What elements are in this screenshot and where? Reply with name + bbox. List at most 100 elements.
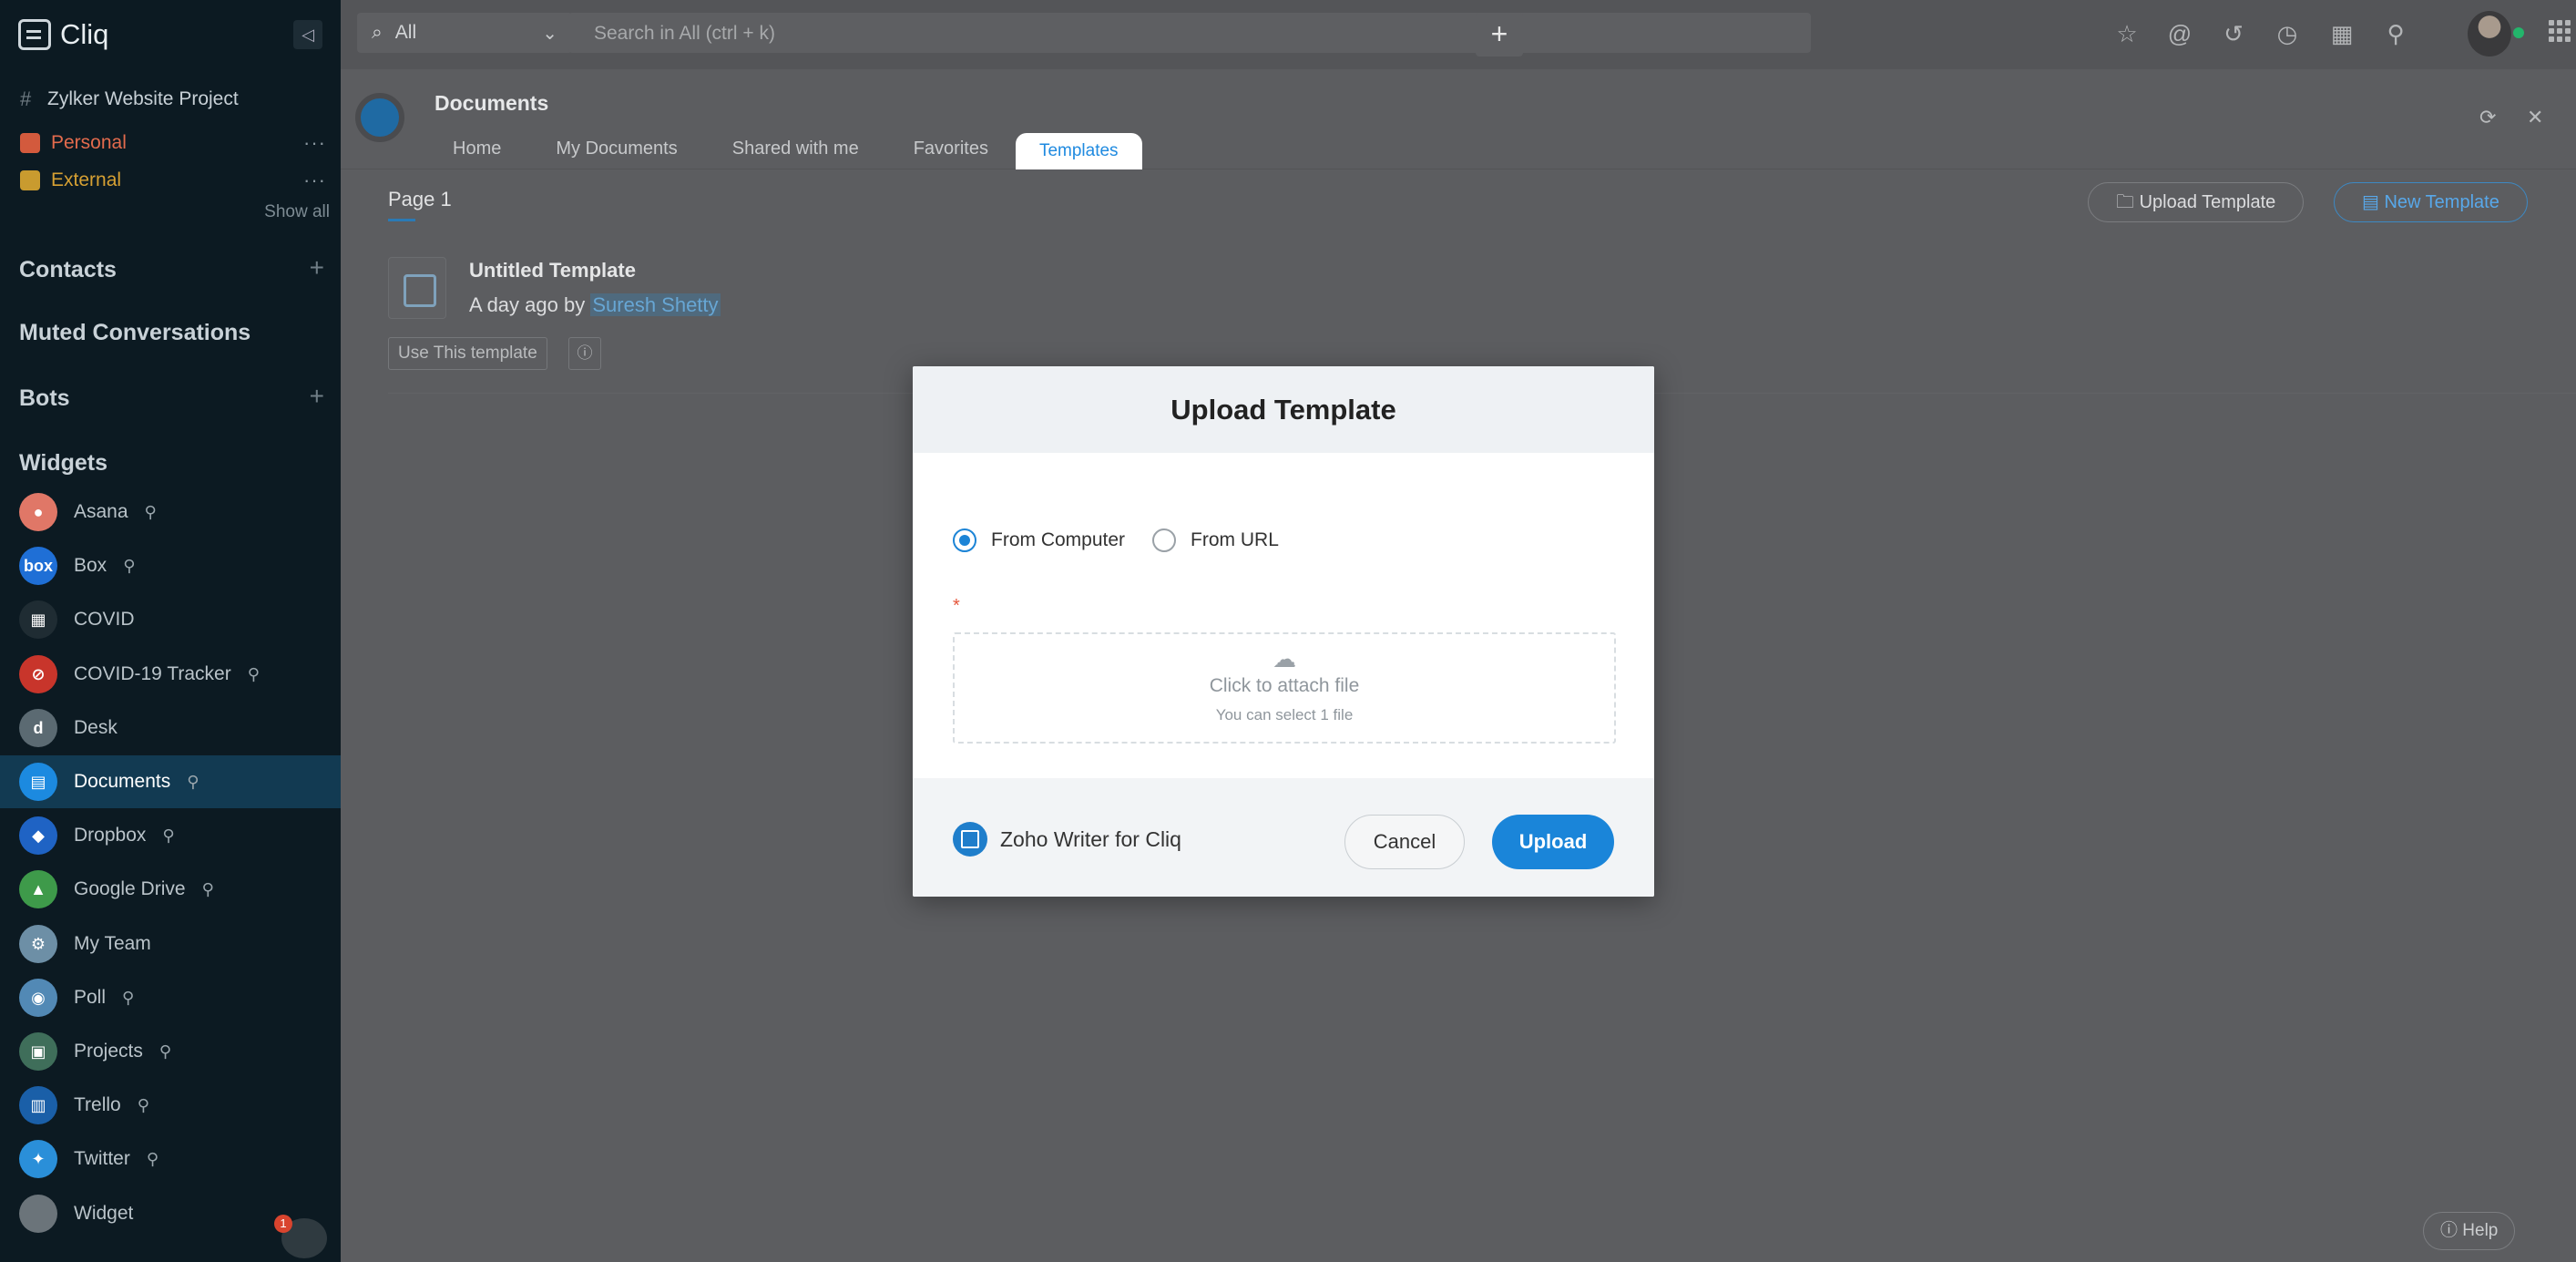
- new-document-icon: ▤: [2362, 192, 2385, 212]
- widget-item-my-team[interactable]: ⚙ My Team: [0, 918, 341, 970]
- refresh-icon[interactable]: ⟳: [2479, 106, 2496, 129]
- pin-icon[interactable]: ⚲: [138, 1096, 149, 1115]
- pin-icon[interactable]: ⚲: [187, 773, 199, 792]
- widget-item-documents[interactable]: ▤ Documents ⚲: [0, 755, 341, 808]
- search-scope-select[interactable]: ⌕ All ⌄: [357, 13, 572, 53]
- new-template-button[interactable]: ▤ New Template: [2334, 182, 2528, 222]
- widget-item-poll[interactable]: ◉ Poll ⚲: [0, 971, 341, 1024]
- show-all-link[interactable]: Show all: [264, 202, 330, 222]
- reminder-icon[interactable]: ◷: [2272, 18, 2303, 49]
- widget-item-box[interactable]: box Box ⚲: [0, 539, 341, 592]
- team-label: External: [51, 169, 122, 190]
- page-underline: [388, 219, 415, 221]
- section-widgets[interactable]: Widgets: [19, 450, 107, 477]
- twitter-icon: ✦: [19, 1140, 57, 1178]
- page-label[interactable]: Page 1: [388, 188, 452, 211]
- covid-19-tracker-icon: ⊘: [19, 655, 57, 693]
- integrations-icon[interactable]: ⚲: [2380, 18, 2411, 49]
- widget-item-covid-19-tracker[interactable]: ⊘ COVID-19 Tracker ⚲: [0, 648, 341, 701]
- tab-favorites[interactable]: Favorites: [886, 128, 1016, 169]
- notification-badge: 1: [274, 1215, 292, 1233]
- template-author-link[interactable]: Suresh Shetty: [590, 293, 721, 316]
- radio-checked-icon: [953, 528, 976, 552]
- widget-item-trello[interactable]: ▥ Trello ⚲: [0, 1079, 341, 1132]
- pin-icon[interactable]: ⚲: [202, 880, 214, 899]
- tab-home[interactable]: Home: [434, 128, 528, 169]
- widget-item-projects[interactable]: ▣ Projects ⚲: [0, 1025, 341, 1078]
- history-icon[interactable]: ↺: [2218, 18, 2249, 49]
- search-scope-value: All: [394, 22, 417, 43]
- upload-template-dialog: Upload Template From Computer From URL *…: [913, 366, 1654, 897]
- pin-icon[interactable]: ⚲: [147, 1150, 158, 1169]
- zoho-writer-icon: [953, 822, 987, 857]
- more-options-icon[interactable]: ···: [303, 169, 326, 192]
- tab-templates[interactable]: Templates: [1015, 133, 1142, 169]
- calendar-icon[interactable]: ▦: [2326, 18, 2357, 49]
- desk-icon: d: [19, 709, 57, 747]
- announcement-icon[interactable]: ◁: [293, 20, 322, 49]
- info-icon[interactable]: ⓘ: [568, 337, 601, 370]
- pin-icon[interactable]: ⚲: [159, 1042, 171, 1062]
- hash-icon: #: [20, 87, 32, 110]
- radio-unchecked-icon: [1152, 528, 1177, 552]
- upload-template-label: Upload Template: [2139, 192, 2276, 212]
- template-name[interactable]: Untitled Template: [469, 259, 636, 282]
- tab-shared-with-me[interactable]: Shared with me: [705, 128, 886, 169]
- team-item-personal[interactable]: Personal: [20, 132, 127, 154]
- widget-label: Projects: [74, 1041, 143, 1062]
- cliq-logo-icon: [18, 19, 51, 50]
- section-muted-conversations[interactable]: Muted Conversations: [19, 320, 250, 346]
- widget-item-google-drive[interactable]: ▲ Google Drive ⚲: [0, 863, 341, 916]
- widget-item-asana[interactable]: ● Asana ⚲: [0, 486, 341, 539]
- folder-icon: 🗀: [2116, 192, 2140, 212]
- add-bot-icon[interactable]: +: [310, 382, 324, 411]
- poll-icon: ◉: [19, 979, 57, 1017]
- sidebar: Cliq ◁ # Zylker Website Project Personal…: [0, 0, 341, 1262]
- upload-template-button[interactable]: 🗀 Upload Template: [2088, 182, 2305, 222]
- pin-icon[interactable]: ⚲: [248, 665, 260, 684]
- help-button[interactable]: ⓘ Help: [2423, 1212, 2516, 1250]
- section-bots[interactable]: Bots: [19, 385, 70, 412]
- box-icon: box: [19, 547, 57, 585]
- cancel-button[interactable]: Cancel: [1344, 815, 1465, 869]
- widget-label: Asana: [74, 501, 128, 522]
- dropzone-title: Click to attach file: [1209, 675, 1360, 696]
- app-logo[interactable]: Cliq: [18, 18, 108, 51]
- cloud-upload-icon: ☁: [1273, 645, 1296, 672]
- avatar[interactable]: [2468, 11, 2511, 56]
- channel-item-zylker[interactable]: # Zylker Website Project: [20, 87, 239, 111]
- widget-item-desk[interactable]: d Desk: [0, 702, 341, 754]
- section-contacts[interactable]: Contacts: [19, 257, 117, 283]
- my-team-icon: ⚙: [19, 925, 57, 963]
- widget-item-twitter[interactable]: ✦ Twitter ⚲: [0, 1133, 341, 1185]
- app-attribution: Zoho Writer for Cliq: [953, 822, 1181, 857]
- template-document-icon[interactable]: [388, 257, 446, 319]
- widget-label: COVID: [74, 609, 135, 630]
- search-input[interactable]: Search in All (ctrl + k): [568, 13, 1811, 53]
- radio-from-url[interactable]: From URL: [1152, 528, 1279, 552]
- close-icon[interactable]: ✕: [2527, 106, 2543, 129]
- widget-item-covid[interactable]: ▦ COVID: [0, 593, 341, 646]
- add-contact-icon[interactable]: +: [310, 253, 324, 282]
- use-template-button[interactable]: Use This template: [388, 337, 547, 370]
- upload-button[interactable]: Upload: [1492, 815, 1614, 869]
- add-button[interactable]: +: [1476, 13, 1523, 56]
- pin-icon[interactable]: ⚲: [162, 826, 174, 846]
- pin-icon[interactable]: ⚲: [123, 557, 135, 576]
- new-template-label: New Template: [2384, 192, 2499, 212]
- star-icon[interactable]: ☆: [2111, 18, 2142, 49]
- mention-icon[interactable]: @: [2164, 18, 2195, 49]
- team-external-icon: [20, 170, 40, 190]
- widget-label: My Team: [74, 933, 151, 954]
- tab-my-documents[interactable]: My Documents: [528, 128, 704, 169]
- topbar: ⌕ All ⌄ Search in All (ctrl + k) + ☆ @ ↺…: [341, 0, 2576, 69]
- app-grid-icon[interactable]: [2549, 20, 2571, 42]
- radio-from-computer[interactable]: From Computer: [953, 528, 1125, 552]
- widget-item-dropbox[interactable]: ◆ Dropbox ⚲: [0, 809, 341, 862]
- pin-icon[interactable]: ⚲: [122, 989, 134, 1008]
- pin-icon[interactable]: ⚲: [145, 503, 157, 522]
- file-dropzone[interactable]: ☁ Click to attach file You can select 1 …: [953, 632, 1616, 744]
- more-options-icon[interactable]: ···: [303, 131, 326, 155]
- team-item-external[interactable]: External: [20, 169, 121, 191]
- dialog-title: Upload Template: [913, 366, 1654, 453]
